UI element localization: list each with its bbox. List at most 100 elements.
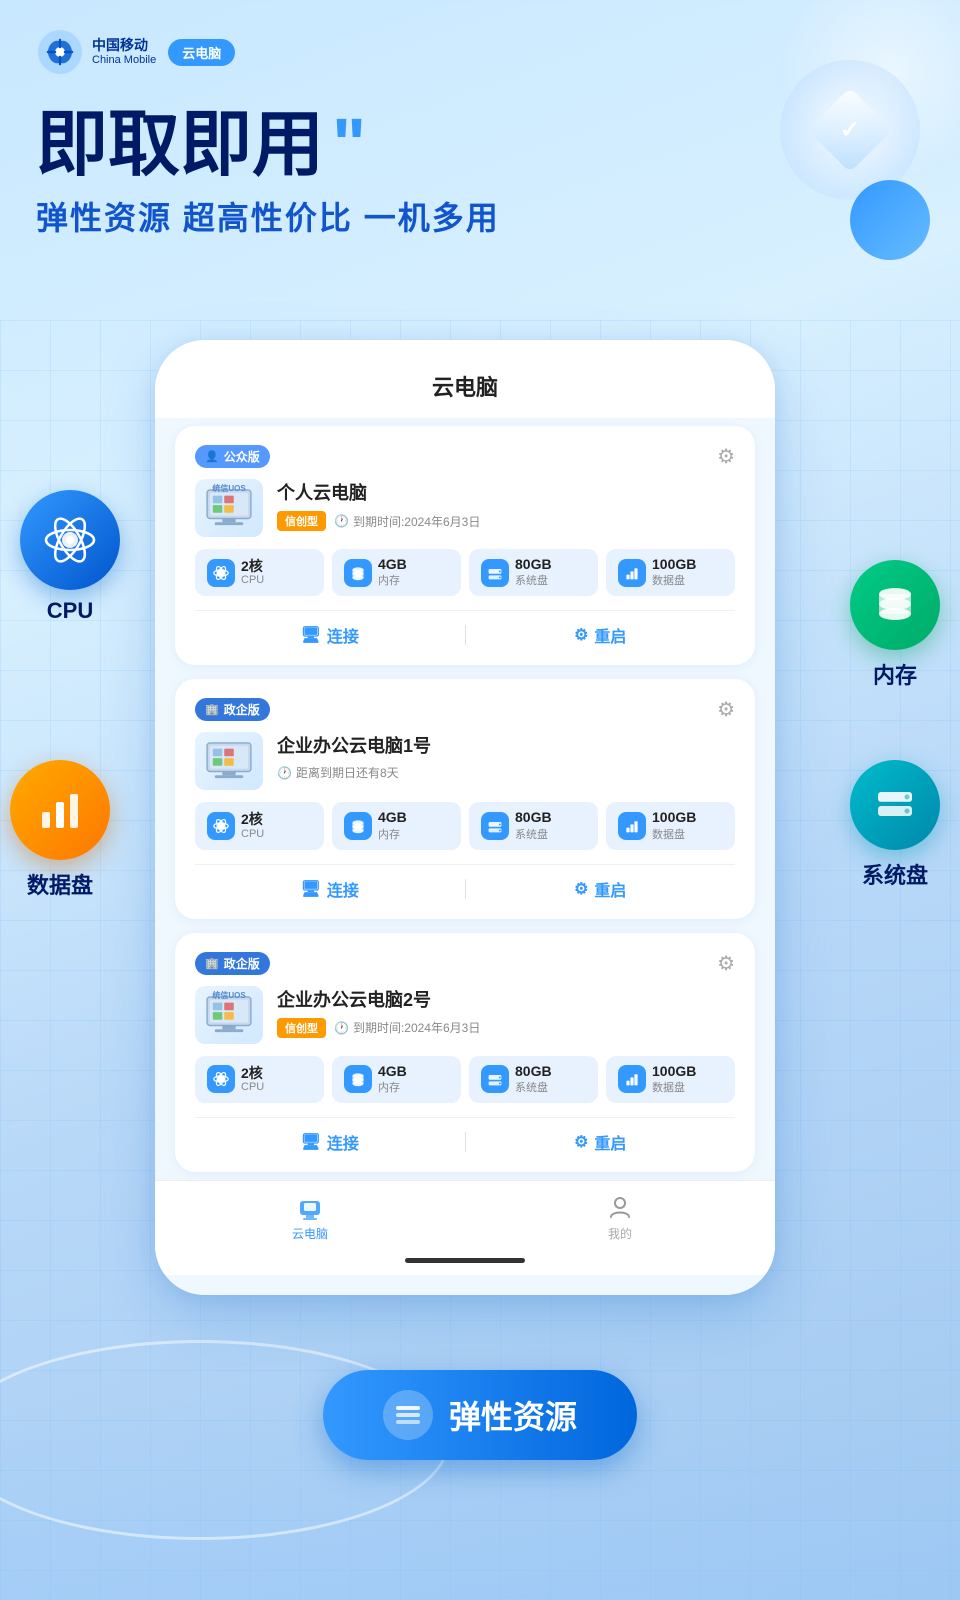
expire-info-1: 🕐 到期时间:2024年6月3日 (334, 513, 480, 530)
elastic-icon (383, 1390, 433, 1440)
spec-value-mem-1: 4GB (378, 557, 407, 572)
pc-card-1: 👤 公众版 ⚙ 统信UOS (175, 426, 755, 665)
bar-chart-icon (34, 784, 86, 836)
spec-data-icon-2 (618, 812, 646, 840)
cpu-label: CPU (47, 598, 93, 624)
elastic-btn-area: 弹性资源 (323, 1370, 637, 1460)
spec-label-sys-3: 系统盘 (515, 1079, 552, 1095)
spec-mem-3: 4GB 内存 (332, 1056, 461, 1103)
xinchuang-badge-3: 信创型 (277, 1018, 326, 1038)
tab-mine[interactable]: 我的 (465, 1193, 775, 1242)
phone-frame: 云电脑 👤 公众版 ⚙ 统信UOS (155, 340, 775, 1295)
clock-icon-3: 🕐 (334, 1021, 349, 1035)
clock-icon-1: 🕐 (334, 514, 349, 528)
pc-card-2: 🏢 政企版 ⚙ (175, 679, 755, 918)
card-actions-1: 🖥 连接 ⚙ 重启 (195, 610, 735, 647)
badge-public-1: 👤 公众版 (195, 445, 270, 468)
elastic-btn-label: 弹性资源 (449, 1392, 577, 1438)
gear-icon-1[interactable]: ⚙ (717, 444, 735, 469)
badge-gov-2: 🏢 政企版 (195, 698, 270, 721)
hero-subtitle: 弹性资源 超高性价比 一机多用 (36, 193, 924, 239)
mine-tab-icon (606, 1193, 634, 1221)
restart-btn-3[interactable]: ⚙ 重启 (466, 1130, 736, 1154)
spec-data-icon-1 (618, 559, 646, 587)
specs-row-1: 2核 CPU 4GB 内存 (195, 549, 735, 596)
card-main-3: 统信UOS (195, 986, 735, 1044)
spec-text-mem-3: 4GB 内存 (378, 1064, 407, 1095)
connect-btn-1[interactable]: 🖥 连接 (195, 623, 465, 647)
pc-screen-svg-2 (204, 741, 254, 781)
spec-value-sys-1: 80GB (515, 557, 552, 572)
expire-text-3: 到期时间:2024年6月3日 (353, 1019, 480, 1036)
pc-thumb-label-3: 统信UOS (195, 990, 263, 1001)
xinchuang-badge-1: 信创型 (277, 511, 326, 531)
logo-area: 中国移动 China Mobile 云电脑 (36, 28, 235, 76)
restart-label-3: 重启 (594, 1130, 626, 1154)
china-mobile-logo-icon (36, 28, 84, 76)
pc-info-1: 个人云电脑 信创型 🕐 到期时间:2024年6月3日 (277, 479, 735, 531)
spec-label-sys-1: 系统盘 (515, 572, 552, 588)
home-indicator (155, 1250, 775, 1275)
float-sys-disk: 系统盘 (850, 760, 940, 890)
spec-label-mem-1: 内存 (378, 572, 407, 588)
spec-cpu-3: 2核 CPU (195, 1056, 324, 1103)
pc-name-2: 企业办公云电脑1号 (277, 732, 735, 758)
spec-label-data-2: 数据盘 (652, 826, 696, 842)
specs-row-2: 2核 CPU 4GB 内存 (195, 802, 735, 849)
tab-mine-label: 我的 (608, 1225, 632, 1242)
spec-label-data-1: 数据盘 (652, 572, 696, 588)
spec-label-mem-3: 内存 (378, 1079, 407, 1095)
connect-label-3: 连接 (327, 1130, 359, 1154)
spec-text-cpu-2: 2核 CPU (241, 812, 264, 839)
restart-icon-3: ⚙ (574, 1132, 588, 1152)
spec-data-2: 100GB 数据盘 (606, 802, 735, 849)
spec-data-icon-3 (618, 1065, 646, 1093)
pc-thumb-3: 统信UOS (195, 986, 263, 1044)
connect-icon-1: 🖥 (301, 625, 321, 645)
spec-text-cpu-1: 2核 CPU (241, 559, 264, 586)
card-actions-2: 🖥 连接 ⚙ 重启 (195, 864, 735, 901)
spec-mem-icon-3 (344, 1065, 372, 1093)
elastic-resource-button[interactable]: 弹性资源 (323, 1370, 637, 1460)
spec-label-cpu-2: CPU (241, 828, 264, 840)
spec-sys-2: 80GB 系统盘 (469, 802, 598, 849)
spec-label-mem-2: 内存 (378, 826, 407, 842)
pc-thumb-2 (195, 732, 263, 790)
restart-btn-2[interactable]: ⚙ 重启 (466, 877, 736, 901)
gear-icon-2[interactable]: ⚙ (717, 697, 735, 722)
float-memory: 内存 (850, 560, 940, 690)
spec-value-data-3: 100GB (652, 1064, 696, 1079)
restart-icon-1: ⚙ (574, 625, 588, 645)
restart-btn-1[interactable]: ⚙ 重启 (466, 623, 736, 647)
tab-cloud-pc-label: 云电脑 (292, 1225, 328, 1242)
bottom-tab-bar: 云电脑 我的 (155, 1180, 775, 1250)
spec-text-data-3: 100GB 数据盘 (652, 1064, 696, 1095)
memory-circle (850, 560, 940, 650)
spec-mem-1: 4GB 内存 (332, 549, 461, 596)
expire-info-3: 🕐 到期时间:2024年6月3日 (334, 1019, 480, 1036)
connect-btn-2[interactable]: 🖥 连接 (195, 877, 465, 901)
spec-value-sys-2: 80GB (515, 810, 552, 825)
tab-cloud-pc[interactable]: 云电脑 (155, 1193, 465, 1242)
spec-cpu-icon-3 (207, 1065, 235, 1093)
pc-info-2: 企业办公云电脑1号 🕐 距离到期日还有8天 (277, 732, 735, 781)
card-main-2: 企业办公云电脑1号 🕐 距离到期日还有8天 (195, 732, 735, 790)
gear-icon-3[interactable]: ⚙ (717, 951, 735, 976)
spec-value-data-2: 100GB (652, 810, 696, 825)
spec-text-cpu-3: 2核 CPU (241, 1066, 264, 1093)
spec-cpu-icon-2 (207, 812, 235, 840)
connect-btn-3[interactable]: 🖥 连接 (195, 1130, 465, 1154)
restart-label-1: 重启 (594, 623, 626, 647)
sys-disk-circle (850, 760, 940, 850)
card-main-1: 统信UOS (195, 479, 735, 537)
spec-data-1: 100GB 数据盘 (606, 549, 735, 596)
memory-label: 内存 (873, 658, 917, 690)
float-data-disk: 数据盘 (10, 760, 110, 900)
badge-label-2: 政企版 (224, 701, 260, 718)
cpu-circle (20, 490, 120, 590)
restart-icon-2: ⚙ (574, 879, 588, 899)
specs-row-3: 2核 CPU 4GB 内存 (195, 1056, 735, 1103)
spec-label-sys-2: 系统盘 (515, 826, 552, 842)
badge-label-3: 政企版 (224, 955, 260, 972)
hero-section: 即取即用 " 弹性资源 超高性价比 一机多用 (0, 86, 960, 249)
